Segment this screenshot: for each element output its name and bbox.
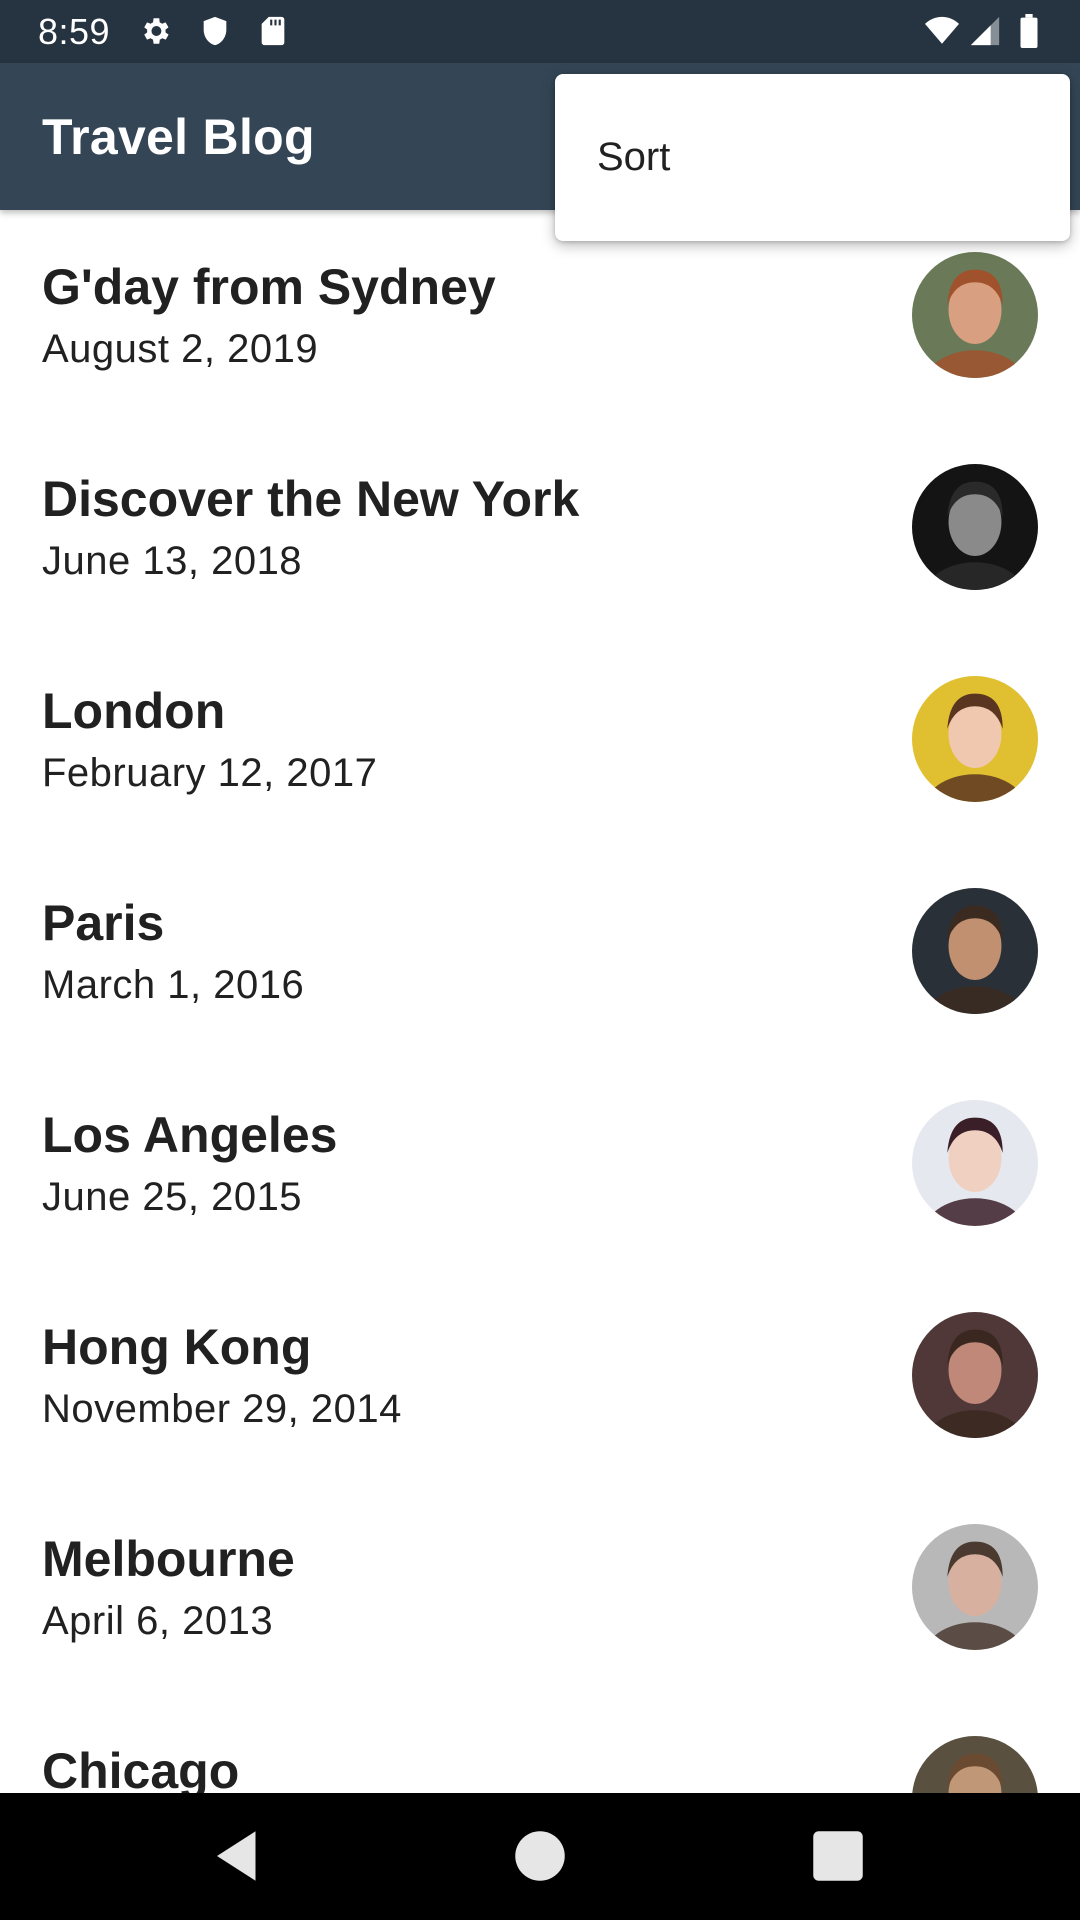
back-icon[interactable] [206, 1823, 272, 1889]
post-date: June 25, 2015 [42, 1175, 303, 1219]
post-date: April 6, 2013 [42, 1599, 274, 1643]
overflow-menu: Sort [555, 74, 1070, 241]
app-title: Travel Blog [42, 109, 315, 165]
post-date: June 13, 2018 [42, 539, 303, 583]
post-title: Melbourne [42, 1531, 295, 1587]
wifi-icon [920, 14, 964, 48]
post-title: Chicago [42, 1743, 240, 1793]
gear-icon [138, 14, 172, 48]
status-bar: 8:59 [0, 0, 1080, 63]
avatar [912, 252, 1038, 378]
list-item[interactable]: Melbourne April 6, 2013 [0, 1482, 1080, 1694]
list-item[interactable]: Discover the New York June 13, 2018 [0, 422, 1080, 634]
menu-item-sort[interactable]: Sort [555, 74, 1070, 241]
avatar [912, 1524, 1038, 1650]
recents-icon[interactable] [805, 1823, 871, 1889]
post-title: Los Angeles [42, 1107, 338, 1163]
home-icon[interactable] [507, 1823, 573, 1889]
list-item[interactable]: Hong Kong November 29, 2014 [0, 1270, 1080, 1482]
post-list[interactable]: G'day from Sydney August 2, 2019 Discove… [0, 210, 1080, 1793]
shield-icon [198, 14, 232, 48]
post-title: G'day from Sydney [42, 259, 496, 315]
post-date: November 29, 2014 [42, 1387, 402, 1431]
list-item[interactable]: Paris March 1, 2016 [0, 846, 1080, 1058]
battery-icon [1014, 14, 1044, 48]
navigation-bar [0, 1793, 1080, 1920]
list-item[interactable]: G'day from Sydney August 2, 2019 [0, 210, 1080, 422]
avatar [912, 1100, 1038, 1226]
post-title: London [42, 683, 226, 739]
status-time: 8:59 [38, 11, 111, 52]
avatar [912, 1736, 1038, 1793]
list-item[interactable]: Los Angeles June 25, 2015 [0, 1058, 1080, 1270]
post-date: March 1, 2016 [42, 963, 305, 1007]
avatar [912, 1312, 1038, 1438]
post-date: February 12, 2017 [42, 751, 378, 795]
post-date: August 2, 2019 [42, 327, 319, 371]
signal-icon [968, 14, 1002, 48]
post-title: Discover the New York [42, 471, 580, 527]
screen: 8:59 Travel Blog Sort G'day from Sydney … [0, 0, 1080, 1920]
post-title: Hong Kong [42, 1319, 312, 1375]
list-item[interactable]: Chicago [0, 1694, 1080, 1793]
avatar [912, 464, 1038, 590]
post-title: Paris [42, 895, 165, 951]
avatar [912, 676, 1038, 802]
sd-card-icon [256, 14, 290, 48]
avatar [912, 888, 1038, 1014]
list-item[interactable]: London February 12, 2017 [0, 634, 1080, 846]
